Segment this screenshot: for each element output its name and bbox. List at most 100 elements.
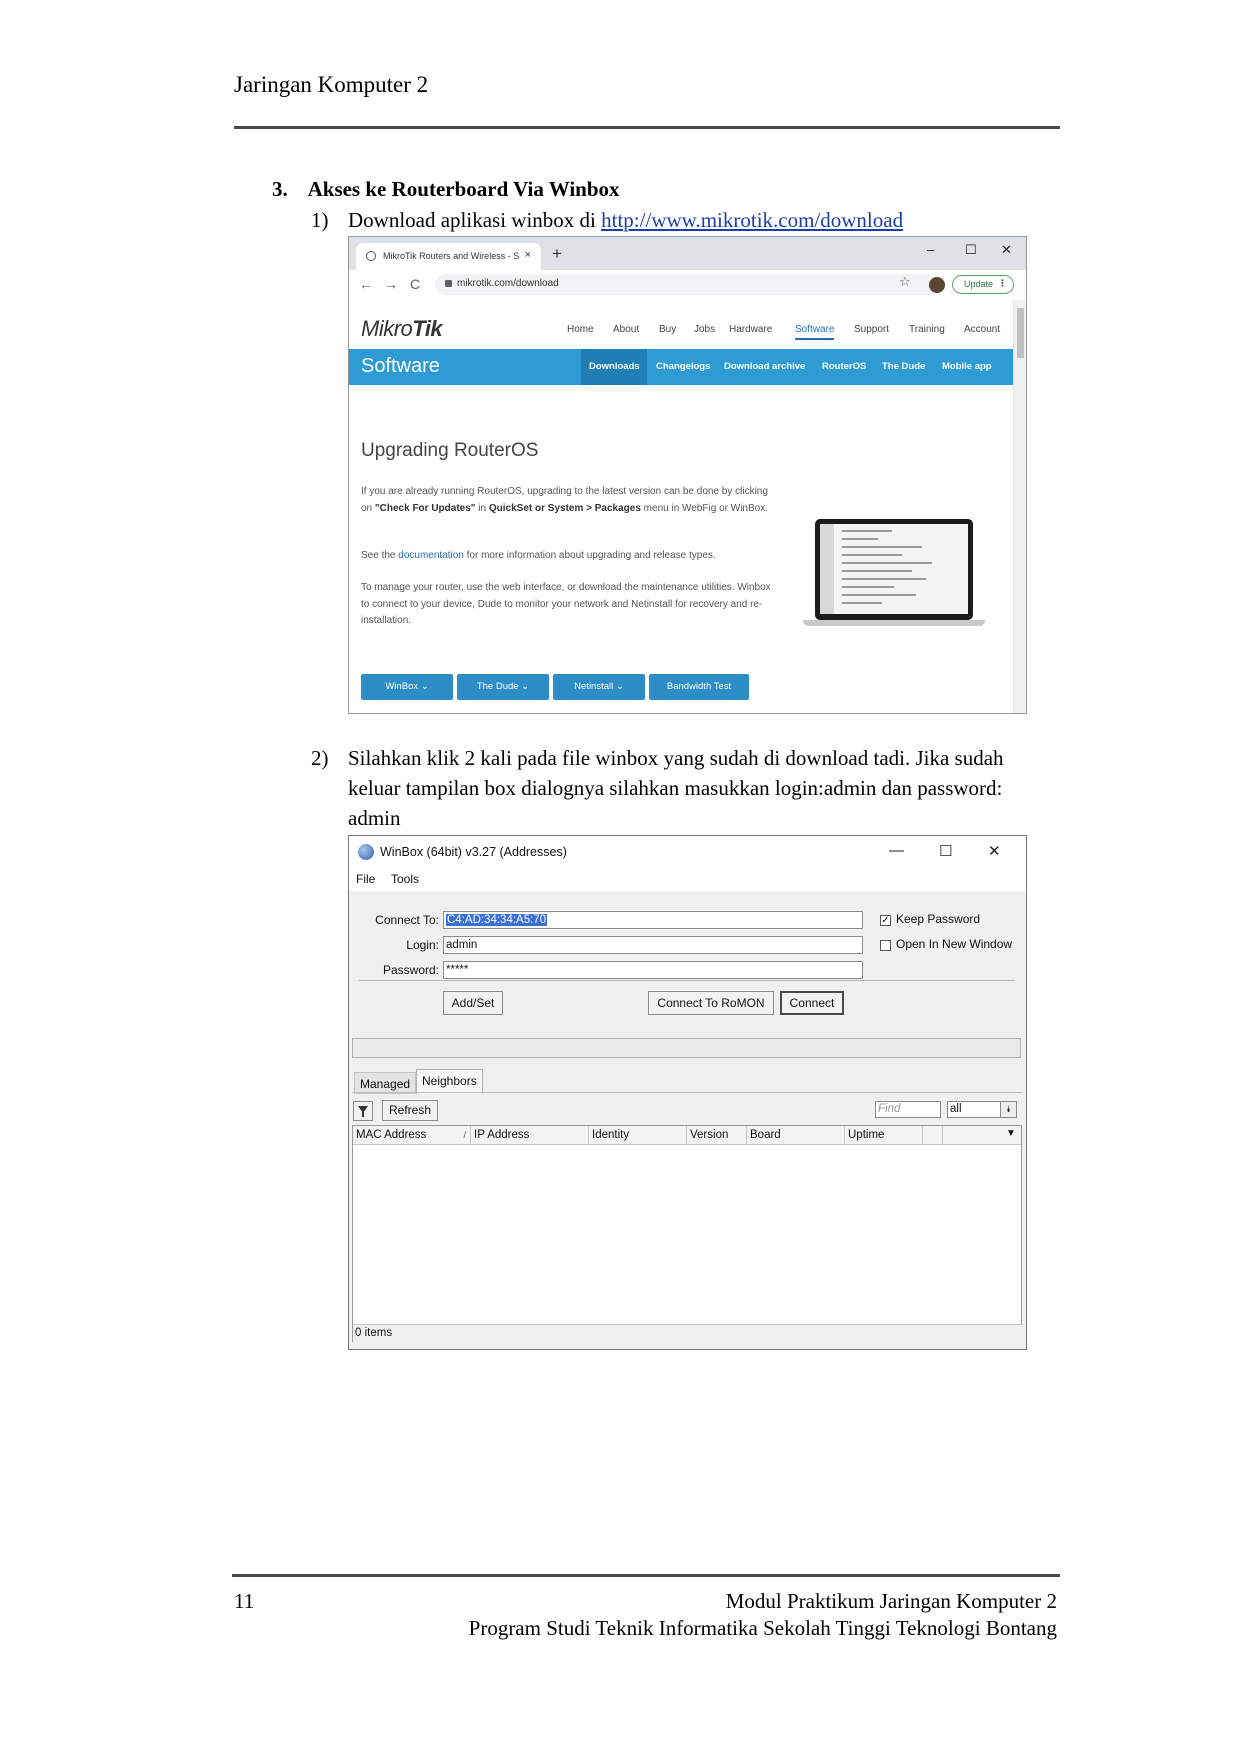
para1-text-c: in [475, 502, 489, 514]
neighbors-table: MAC Address / IP Address Identity Version… [352, 1125, 1023, 1342]
winbox-title: WinBox (64bit) v3.27 (Addresses) [380, 845, 567, 859]
col-board[interactable]: Board [747, 1126, 845, 1144]
refresh-button[interactable]: Refresh [382, 1100, 438, 1121]
laptop-line [842, 538, 878, 540]
para1-text-d: QuickSet or System > Packages [488, 502, 641, 514]
col-uptime[interactable]: Uptime [845, 1126, 923, 1144]
step1-number: 1) [311, 208, 329, 232]
keep-password-checkbox[interactable]: ✓ [880, 915, 891, 926]
nav-training[interactable]: Training [909, 324, 945, 335]
footer-module-title: Modul Praktikum Jaringan Komputer 2 [725, 1589, 1057, 1613]
find-input[interactable]: Find [875, 1101, 941, 1118]
subnav-downloads[interactable]: Downloads [589, 361, 640, 372]
laptop-base [803, 620, 985, 626]
close-button[interactable]: ✕ [1001, 242, 1012, 258]
header-rule [234, 126, 1060, 129]
menu-file[interactable]: File [356, 872, 375, 886]
browser-tab[interactable]: MikroTik Routers and Wireless - S × [356, 243, 541, 270]
url-text: mikrotik.com/download [457, 278, 559, 289]
close-button[interactable]: ✕ [988, 842, 1001, 860]
section-heading: 3. Akses ke Routerboard Via Winbox [272, 177, 620, 202]
tab-neighbors[interactable]: Neighbors [416, 1069, 483, 1094]
profile-avatar[interactable] [929, 277, 945, 293]
nav-hardware[interactable]: Hardware [729, 324, 772, 335]
tab-close-icon[interactable]: × [525, 249, 531, 261]
nav-jobs[interactable]: Jobs [694, 324, 715, 335]
menu-tools[interactable]: Tools [391, 872, 419, 886]
col-identity[interactable]: Identity [589, 1126, 687, 1144]
running-header: Jaringan Komputer 2 [234, 72, 429, 97]
keep-password-label: Keep Password [896, 912, 981, 926]
page-scrollbar[interactable] [1013, 300, 1026, 713]
reload-icon[interactable]: C [410, 276, 420, 292]
maximize-button[interactable]: ☐ [965, 242, 977, 258]
bookmark-star-icon[interactable]: ☆ [899, 274, 911, 290]
add-set-button[interactable]: Add/Set [443, 991, 503, 1015]
forward-icon[interactable]: → [384, 276, 398, 292]
subnav-the-dude[interactable]: The Dude [882, 361, 925, 372]
col-mac-address[interactable]: MAC Address / [353, 1126, 471, 1144]
minimize-button[interactable]: – [927, 242, 934, 257]
connect-to-label: Connect To: [375, 913, 439, 927]
browser-toolbar: ← → C mikrotik.com/download ☆ Update ⋮ [349, 270, 1026, 301]
the-dude-download-button[interactable]: The Dude ⌄ [457, 674, 549, 700]
login-field[interactable]: admin [443, 936, 863, 954]
step2-number: 2) [311, 746, 329, 770]
col-version[interactable]: Version [687, 1126, 747, 1144]
nav-home[interactable]: Home [567, 324, 594, 335]
update-button[interactable]: Update ⋮ [952, 275, 1014, 294]
logo-text-light: Mikro [361, 316, 413, 341]
login-label: Login: [406, 938, 439, 952]
laptop-line [842, 546, 922, 548]
column-menu-icon[interactable]: ▼ [1006, 1128, 1016, 1139]
laptop-line [842, 602, 882, 604]
scrollbar-thumb[interactable] [1017, 308, 1024, 358]
tab-managed[interactable]: Managed [354, 1072, 416, 1094]
address-bar[interactable]: mikrotik.com/download [435, 274, 938, 295]
netinstall-download-button[interactable]: Netinstall ⌄ [553, 674, 645, 700]
download-link[interactable]: http://www.mikrotik.com/download [601, 208, 903, 232]
col-ip-address[interactable]: IP Address [471, 1126, 589, 1144]
nav-buy[interactable]: Buy [659, 324, 676, 335]
laptop-line [842, 586, 894, 588]
filter-button[interactable] [353, 1101, 373, 1121]
nav-account[interactable]: Account [964, 324, 1000, 335]
new-tab-button[interactable]: + [552, 244, 562, 264]
upgrade-paragraph: If you are already running RouterOS, upg… [361, 484, 781, 517]
subnav-changelogs[interactable]: Changelogs [656, 361, 710, 372]
subnav-routeros[interactable]: RouterOS [822, 361, 866, 372]
laptop-line [842, 530, 892, 532]
open-new-window-checkbox[interactable] [880, 940, 891, 951]
bandwidth-test-download-button[interactable]: Bandwidth Test [649, 674, 749, 700]
nav-software[interactable]: Software [795, 324, 835, 340]
connect-to-romon-button[interactable]: Connect To RoMON [648, 991, 774, 1015]
subnav-mobile-app[interactable]: Mobile app [942, 361, 992, 372]
maximize-button[interactable]: ☐ [939, 842, 952, 860]
step1-text: Download aplikasi winbox di http://www.m… [348, 205, 903, 235]
col-mac-address-label: MAC Address [356, 1129, 427, 1141]
connect-to-field[interactable]: C4:AD:34:34:A5:70 [443, 911, 863, 929]
menu-dots-icon[interactable]: ⋮ [998, 278, 1007, 289]
connect-button[interactable]: Connect [780, 991, 844, 1015]
back-icon[interactable]: ← [359, 276, 373, 292]
laptop-line [842, 570, 912, 572]
password-field[interactable]: ***** [443, 961, 863, 979]
winbox-screenshot: WinBox (64bit) v3.27 (Addresses) — ☐ ✕ F… [348, 835, 1027, 1350]
winbox-app-icon [358, 844, 374, 860]
winbox-download-button[interactable]: WinBox ⌄ [361, 674, 453, 700]
minimize-button[interactable]: — [889, 842, 904, 859]
filter-dropdown-icon[interactable]: ⯯ [1000, 1101, 1017, 1118]
subnav-download-archive[interactable]: Download archive [724, 361, 805, 372]
update-label: Update [964, 279, 994, 289]
sort-indicator-icon: / [463, 1130, 466, 1140]
items-count: 0 items [353, 1324, 1023, 1342]
laptop-line [842, 594, 916, 596]
browser-tab-bar: MikroTik Routers and Wireless - S × + – … [349, 237, 1026, 270]
nav-about[interactable]: About [613, 324, 639, 335]
page-number: 11 [234, 1589, 255, 1613]
status-bar [352, 1038, 1021, 1058]
filter-icon-stem [362, 1112, 364, 1117]
nav-support[interactable]: Support [854, 324, 889, 335]
documentation-link[interactable]: documentation [398, 550, 464, 561]
footer-institution: Program Studi Teknik Informatika Sekolah… [468, 1616, 1057, 1640]
